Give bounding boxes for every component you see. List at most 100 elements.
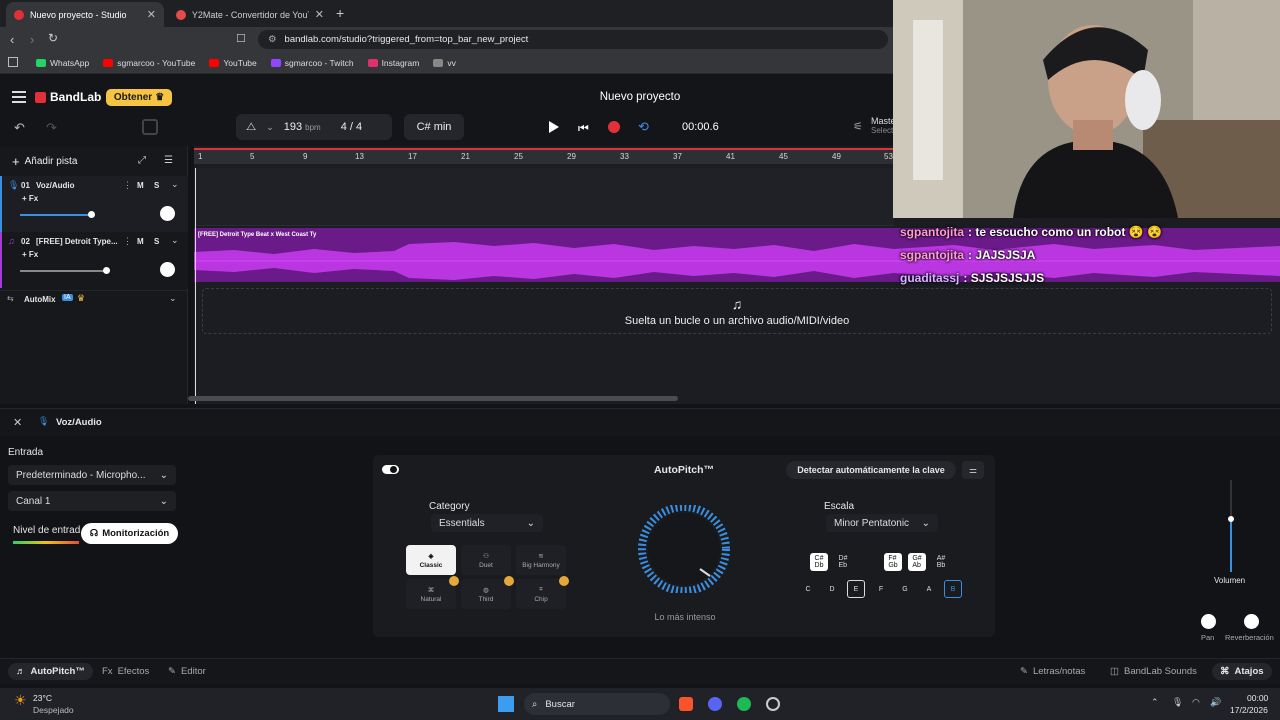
key-c-sharp[interactable]: C# Db [810,553,828,571]
key-g[interactable]: G [896,580,914,598]
tab-shortcuts[interactable]: ⌘ Atajos [1212,663,1272,680]
tab-effects[interactable]: Fx Efectos [102,666,149,677]
bandlab-logo[interactable]: BandLab [35,90,101,104]
playhead[interactable] [195,168,196,404]
volume-fader-handle[interactable] [1228,516,1234,522]
reverb-knob[interactable] [1244,614,1259,629]
tab-autopitch[interactable]: ♬ AutoPitch™ [8,663,93,680]
style-natural-button[interactable]: ⌘ Natural [406,579,456,609]
category-select[interactable]: Essentials ⌄ [431,514,543,532]
obs-icon[interactable] [766,697,780,711]
solo-button[interactable]: S [154,237,159,246]
key-e[interactable]: E [847,580,865,598]
metronome-icon[interactable]: ⧍ [246,121,256,134]
tab-editor[interactable]: ✎ Editor [168,666,206,677]
add-fx-button[interactable]: + Fx [22,194,38,203]
key-a[interactable]: A [920,580,938,598]
solo-button[interactable]: S [154,181,159,190]
track-row[interactable]: 🎙 01 Voz/Audio ⋮ M S ⌄ + Fx [0,176,188,232]
bookmark-youtube[interactable]: YouTube [209,58,257,68]
forward-icon[interactable]: › [30,32,34,47]
track-more-icon[interactable]: ⋮ [123,236,132,247]
url-field[interactable]: ⚙ bandlab.com/studio?triggered_from=top_… [258,30,888,49]
timeline-ruler[interactable]: 1 5 9 13 17 21 25 29 33 37 41 45 49 53 [194,148,894,164]
back-icon[interactable]: ‹ [10,32,14,47]
microphone-icon[interactable]: 🎙 [1172,697,1183,708]
rewind-icon[interactable]: ⏮ [578,121,589,136]
speaker-icon[interactable]: 🔊 [1210,697,1221,708]
horizontal-scrollbar[interactable] [188,396,678,401]
time-signature[interactable]: 4 / 4 [341,121,362,133]
style-big-harmony-button[interactable]: ≋ Big Harmony [516,545,566,575]
key-d-sharp[interactable]: D# Eb [834,553,852,571]
detect-key-button[interactable]: Detectar automáticamente la clave [786,461,956,479]
menu-icon[interactable] [12,91,26,103]
reload-icon[interactable]: ↻ [48,31,58,45]
bookmark-instagram[interactable]: Instagram [367,58,419,68]
new-tab-button[interactable]: + [336,5,344,21]
style-classic-button[interactable]: ◈ Classic [406,545,456,575]
volume-slider[interactable] [20,270,106,272]
track-name[interactable]: Voz/Audio [36,181,75,190]
intensity-knob[interactable] [628,505,744,593]
sliders-icon[interactable]: ⚌ [962,461,984,479]
mute-button[interactable]: M [137,237,144,246]
chevron-down-icon[interactable]: ⌄ [171,235,179,246]
close-icon[interactable]: ✕ [13,416,22,429]
pan-knob[interactable] [160,206,175,221]
redo-icon[interactable]: ↷ [46,120,57,136]
master-button[interactable]: Maste Select [871,116,896,136]
mute-button[interactable]: M [137,181,144,190]
volume-slider-handle[interactable] [88,211,95,218]
key-f-sharp[interactable]: F# Gb [884,553,902,571]
site-info-icon[interactable]: ⚙ [268,34,277,45]
style-chip-button[interactable]: ⌗ Chip [516,579,566,609]
key-g-sharp[interactable]: G# Ab [908,553,926,571]
key-selector[interactable]: C# min [404,114,464,140]
key-f[interactable]: F [872,580,890,598]
add-fx-button[interactable]: + Fx [22,250,38,259]
key-d[interactable]: D [823,580,841,598]
track-name[interactable]: [FREE] Detroit Type... [36,237,120,246]
loop-icon[interactable]: ⟲ [638,119,649,135]
bookmark-icon[interactable]: ☐ [236,32,246,45]
channel-select[interactable]: Canal 1 ⌄ [8,491,176,511]
tray-chevron-up-icon[interactable]: ⌃ [1151,697,1159,708]
drop-zone[interactable]: ♫ Suelta un bucle o un archivo audio/MID… [202,288,1272,334]
close-tab-icon[interactable]: ✕ [315,8,324,21]
windows-start-icon[interactable] [498,696,514,712]
bpm-value[interactable]: 193 [284,121,302,133]
tab-lyrics[interactable]: ✎ Letras/notas [1020,666,1085,677]
weather-icon[interactable]: ☀ [14,692,27,709]
automix-row[interactable]: ⇆ AutoMix IA ♛ ⌄ [0,290,188,308]
track-more-icon[interactable]: ⋮ [123,180,132,191]
apps-grid-icon[interactable] [8,57,18,67]
key-a-sharp[interactable]: A# Bb [932,553,950,571]
bookmark-x[interactable]: vv [433,58,456,68]
scale-select[interactable]: Minor Pentatonic ⌄ [826,514,938,532]
input-device-select[interactable]: Predeterminado - Micropho... ⌄ [8,465,176,485]
tab-studio[interactable]: Nuevo proyecto - Studio ✕ [6,2,164,27]
discord-icon[interactable] [708,697,722,711]
add-track-button[interactable]: + Añadir pista [12,154,77,169]
key-b[interactable]: B [944,580,962,598]
close-tab-icon[interactable]: ✕ [147,8,156,21]
wifi-icon[interactable]: ◠ [1192,697,1200,708]
clock-date[interactable]: 17/2/2026 [1230,705,1268,715]
undo-icon[interactable]: ↶ [14,120,25,136]
brave-browser-icon[interactable] [679,697,693,711]
mixer-icon[interactable] [142,119,158,135]
style-third-button[interactable]: ◍ Third [461,579,511,609]
play-icon[interactable] [549,121,559,133]
master-settings-icon[interactable]: ⚟ [853,120,863,133]
tab-bandlab-sounds[interactable]: ◫ BandLab Sounds [1110,666,1197,677]
automation-icon[interactable]: ⤢ [138,155,146,166]
monitor-button[interactable]: ☊ Monitorización [81,523,178,544]
bookmark-youtube-channel[interactable]: sgmarcoo - YouTube [103,58,195,68]
metronome-chevron-down-icon[interactable]: ⌄ [266,122,274,133]
spotify-icon[interactable] [737,697,751,711]
bookmark-whatsapp[interactable]: WhatsApp [36,58,89,68]
tab-y2mate[interactable]: Y2Mate - Convertidor de YouTube a ✕ [168,2,332,27]
record-icon[interactable] [608,121,620,133]
clock-time[interactable]: 00:00 [1247,693,1268,703]
